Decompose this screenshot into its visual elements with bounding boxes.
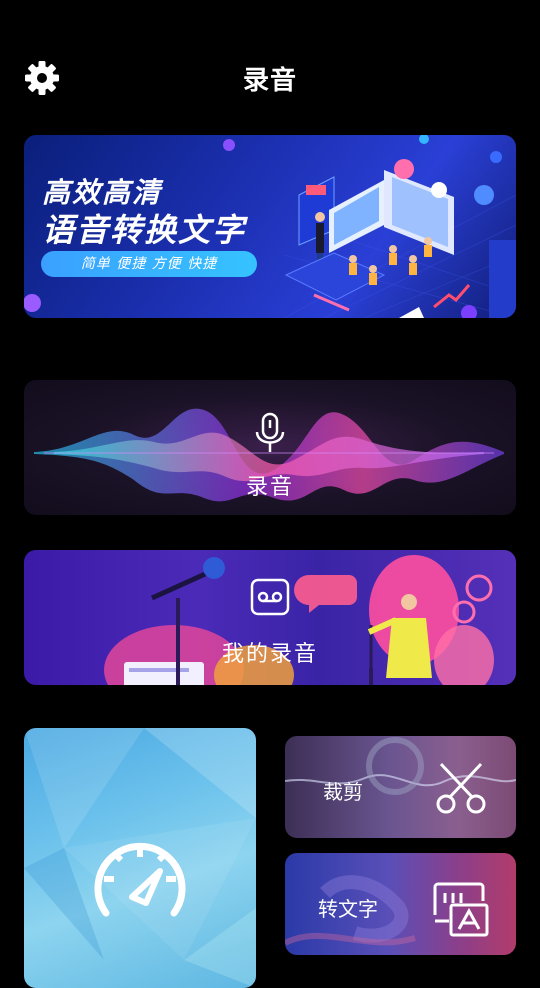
speed-button[interactable] (24, 728, 256, 988)
cut-button[interactable]: 裁剪 (285, 736, 516, 838)
scissors-icon (436, 762, 486, 814)
top-bar: 录音 (0, 0, 540, 140)
page-title: 录音 (242, 66, 297, 96)
my-recordings-label: 我的录音 (221, 642, 318, 667)
banner-headline-2: 语音转换文字 (42, 211, 247, 249)
record-label: 录音 (245, 475, 294, 500)
to-text-label: 转文字 (318, 897, 378, 921)
speedometer-icon (94, 842, 186, 917)
microphone-icon (255, 412, 285, 452)
to-text-button[interactable]: 转文字 (285, 853, 516, 955)
promo-banner[interactable]: 高效高清 语音转换文字 简单 便捷 方便 快捷 (24, 135, 516, 318)
banner-tagline: 简单 便捷 方便 快捷 (41, 251, 257, 277)
my-recordings-button[interactable]: 我的录音 (24, 550, 516, 685)
record-button[interactable]: 录音 (24, 380, 516, 515)
cassette-icon (250, 578, 290, 616)
cut-label: 裁剪 (323, 780, 363, 804)
text-recognition-icon (433, 882, 489, 937)
